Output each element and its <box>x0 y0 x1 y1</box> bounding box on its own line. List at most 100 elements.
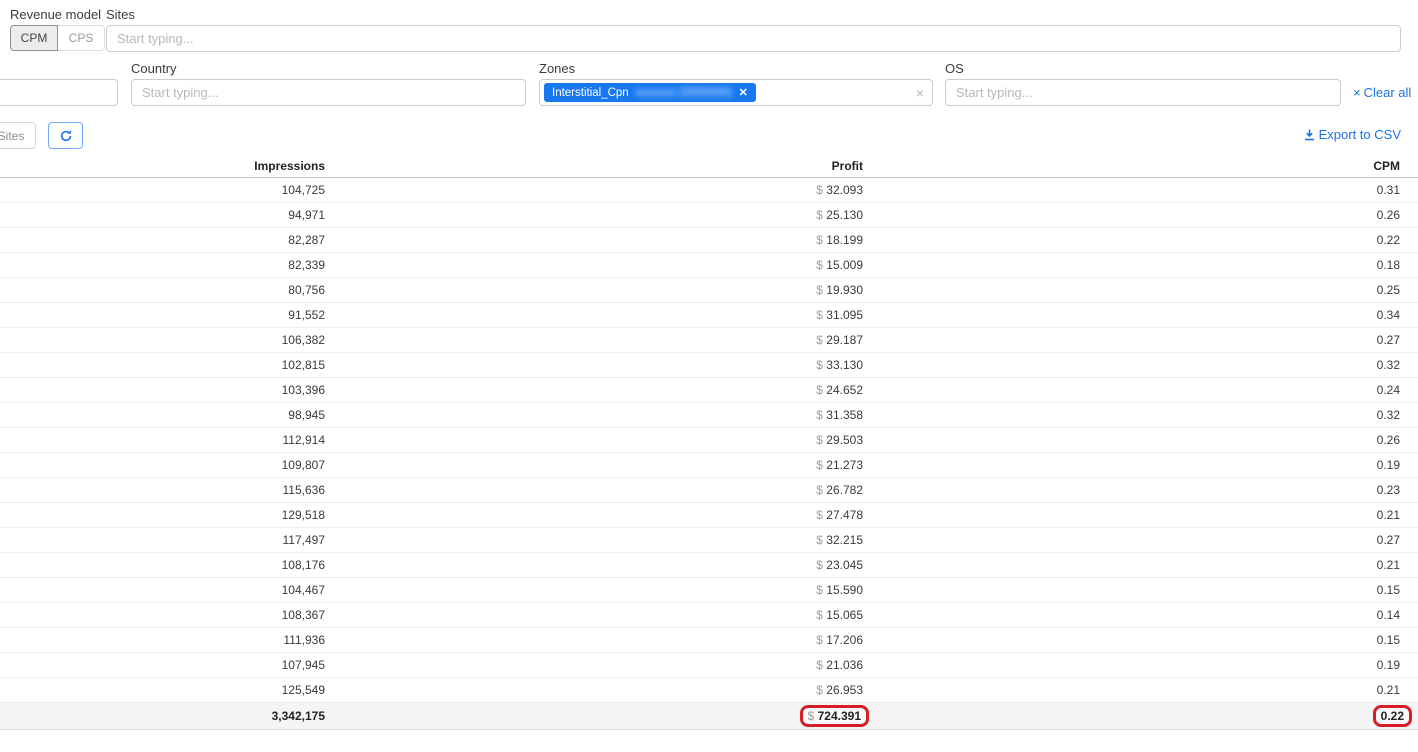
profit-cell: $ 29.187 <box>325 327 863 352</box>
impressions-cell: 117,497 <box>0 527 325 552</box>
cpm-cell: 0.31 <box>863 177 1418 202</box>
header-cpm[interactable]: CPM <box>863 156 1418 177</box>
os-filter-label: OS <box>945 61 964 76</box>
profit-cell: $ 15.065 <box>325 602 863 627</box>
table-row[interactable]: 117,497 $ 32.215 0.27 <box>0 527 1418 552</box>
cpm-cell: 0.26 <box>863 202 1418 227</box>
cpm-cell: 0.27 <box>863 327 1418 352</box>
zones-clear-icon[interactable]: × <box>916 85 924 101</box>
impressions-cell: 91,552 <box>0 302 325 327</box>
table-row[interactable]: 94,971 $ 25.130 0.26 <box>0 202 1418 227</box>
impressions-cell: 94,971 <box>0 202 325 227</box>
cpm-cell: 0.21 <box>863 502 1418 527</box>
profit-cell: $ 15.590 <box>325 577 863 602</box>
table-row[interactable]: 112,914 $ 29.503 0.26 <box>0 427 1418 452</box>
table-row[interactable]: 91,552 $ 31.095 0.34 <box>0 302 1418 327</box>
clear-all-link[interactable]: × Clear all <box>1353 85 1411 100</box>
sites-toolbar-button[interactable]: Sites <box>0 122 36 149</box>
profit-cell: $ 21.036 <box>325 652 863 677</box>
impressions-cell: 106,382 <box>0 327 325 352</box>
currency-symbol: $ <box>816 408 823 422</box>
impressions-cell: 115,636 <box>0 477 325 502</box>
zone-tag-remove-icon[interactable]: ✕ <box>739 86 748 99</box>
table-row[interactable]: 109,807 $ 21.273 0.19 <box>0 452 1418 477</box>
table-row[interactable]: 80,756 $ 19.930 0.25 <box>0 277 1418 302</box>
cpm-annotation-box: 0.22 <box>1373 705 1412 727</box>
table-row[interactable]: 103,396 $ 24.652 0.24 <box>0 377 1418 402</box>
profit-cell: $ 23.045 <box>325 552 863 577</box>
impressions-cell: 112,914 <box>0 427 325 452</box>
currency-symbol: $ <box>816 308 823 322</box>
profit-cell: $ 21.273 <box>325 452 863 477</box>
cutoff-filter-input[interactable] <box>0 79 118 106</box>
table-row[interactable]: 82,287 $ 18.199 0.22 <box>0 227 1418 252</box>
revenue-model-cps-button[interactable]: CPS <box>57 25 105 51</box>
total-cpm-cell: 0.22 <box>863 702 1418 729</box>
header-impressions[interactable]: Impressions <box>0 156 325 177</box>
currency-symbol: $ <box>816 508 823 522</box>
export-csv-link[interactable]: Export to CSV <box>1304 127 1401 142</box>
profit-cell: $ 19.930 <box>325 277 863 302</box>
table-row[interactable]: 115,636 $ 26.782 0.23 <box>0 477 1418 502</box>
clear-all-x-icon: × <box>1353 85 1361 100</box>
table-total-row: 3,342,175 $ 724.391 0.22 <box>0 702 1418 729</box>
refresh-button[interactable] <box>48 122 83 149</box>
os-filter-input[interactable] <box>945 79 1341 106</box>
table-row[interactable]: 107,945 $ 21.036 0.19 <box>0 652 1418 677</box>
currency-symbol: $ <box>816 633 823 647</box>
profit-cell: $ 32.215 <box>325 527 863 552</box>
profit-cell: $ 29.503 <box>325 427 863 452</box>
currency-symbol: $ <box>816 658 823 672</box>
total-impressions-cell: 3,342,175 <box>0 702 325 729</box>
impressions-cell: 80,756 <box>0 277 325 302</box>
cpm-cell: 0.19 <box>863 652 1418 677</box>
country-filter-input[interactable] <box>131 79 526 106</box>
currency-symbol: $ <box>816 208 823 222</box>
table-row[interactable]: 82,339 $ 15.009 0.18 <box>0 252 1418 277</box>
table-row[interactable]: 108,367 $ 15.065 0.14 <box>0 602 1418 627</box>
table-row[interactable]: 129,518 $ 27.478 0.21 <box>0 502 1418 527</box>
profit-cell: $ 15.009 <box>325 252 863 277</box>
profit-cell: $ 32.093 <box>325 177 863 202</box>
currency-symbol: $ <box>816 458 823 472</box>
table-row[interactable]: 111,936 $ 17.206 0.15 <box>0 627 1418 652</box>
header-profit[interactable]: Profit <box>325 156 863 177</box>
table-row[interactable]: 104,467 $ 15.590 0.15 <box>0 577 1418 602</box>
impressions-cell: 125,549 <box>0 677 325 702</box>
zones-filter-label: Zones <box>539 61 575 76</box>
impressions-cell: 102,815 <box>0 352 325 377</box>
impressions-cell: 103,396 <box>0 377 325 402</box>
impressions-cell: 82,339 <box>0 252 325 277</box>
profit-cell: $ 31.095 <box>325 302 863 327</box>
table-row[interactable]: 106,382 $ 29.187 0.27 <box>0 327 1418 352</box>
total-profit-cell: $ 724.391 <box>325 702 863 729</box>
cpm-cell: 0.23 <box>863 477 1418 502</box>
impressions-cell: 108,176 <box>0 552 325 577</box>
cpm-cell: 0.32 <box>863 352 1418 377</box>
total-cpm-value: 0.22 <box>1381 709 1404 723</box>
zone-tag-redacted-text: xxxxxxx (0000000) <box>636 87 732 99</box>
currency-symbol: $ <box>816 233 823 247</box>
cpm-cell: 0.26 <box>863 427 1418 452</box>
currency-symbol: $ <box>816 683 823 697</box>
currency-symbol: $ <box>816 383 823 397</box>
table-row[interactable]: 102,815 $ 33.130 0.32 <box>0 352 1418 377</box>
table-row[interactable]: 104,725 $ 32.093 0.31 <box>0 177 1418 202</box>
impressions-cell: 109,807 <box>0 452 325 477</box>
table-row[interactable]: 98,945 $ 31.358 0.32 <box>0 402 1418 427</box>
impressions-cell: 108,367 <box>0 602 325 627</box>
table-row[interactable]: 125,549 $ 26.953 0.21 <box>0 677 1418 702</box>
revenue-model-cpm-button[interactable]: CPM <box>10 25 58 51</box>
table-row[interactable]: 108,176 $ 23.045 0.21 <box>0 552 1418 577</box>
sites-filter-input[interactable] <box>106 25 1401 52</box>
clear-all-label: Clear all <box>1364 85 1412 100</box>
cpm-cell: 0.19 <box>863 452 1418 477</box>
currency-symbol: $ <box>816 583 823 597</box>
stats-table: Impressions Profit CPM 104,725 $ 32.093 … <box>0 156 1418 730</box>
currency-symbol: $ <box>816 558 823 572</box>
profit-cell: $ 31.358 <box>325 402 863 427</box>
country-filter-label: Country <box>131 61 177 76</box>
zones-filter-input[interactable]: Interstitial_Cpn xxxxxxx (0000000) ✕ × <box>539 79 933 106</box>
currency-symbol: $ <box>816 183 823 197</box>
profit-cell: $ 33.130 <box>325 352 863 377</box>
